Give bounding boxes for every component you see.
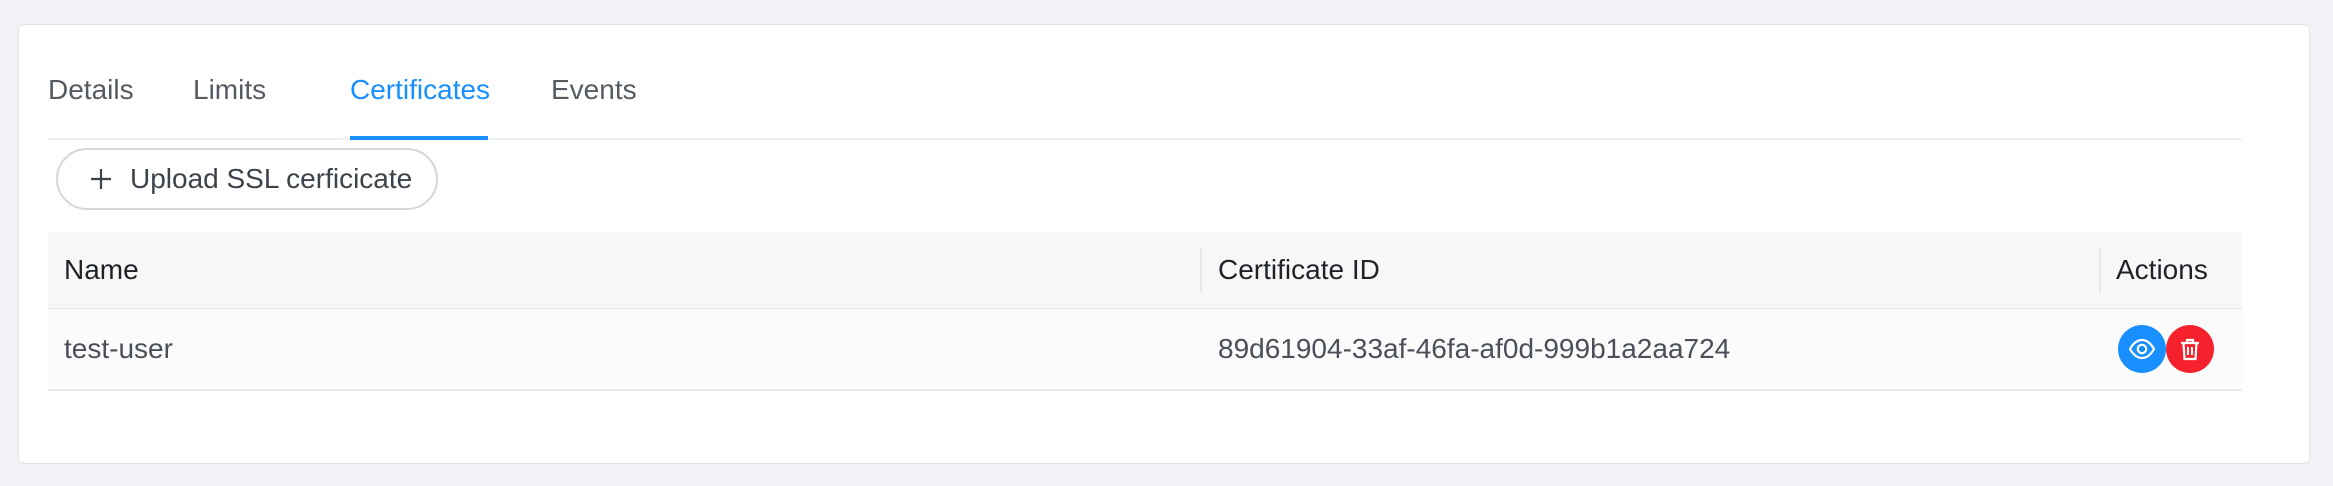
- column-header-certificate-id[interactable]: Certificate ID: [1218, 232, 1380, 308]
- upload-ssl-certificate-button[interactable]: Upload SSL cerficicate: [56, 148, 438, 210]
- delete-certificate-button[interactable]: [2166, 325, 2214, 373]
- cell-certificate-id: 89d61904-33af-46fa-af0d-999b1a2aa724: [1218, 333, 1731, 364]
- column-header-name[interactable]: Name: [64, 232, 139, 308]
- certificates-table: Name Certificate ID Actions test-user 89…: [48, 232, 2242, 391]
- view-certificate-button[interactable]: [2118, 325, 2166, 373]
- table-header: Name Certificate ID Actions: [48, 232, 2242, 309]
- trash-icon: [2177, 336, 2203, 362]
- cell-name: test-user: [64, 333, 173, 364]
- tab-certificates[interactable]: Certificates: [350, 74, 490, 106]
- table-row: test-user 89d61904-33af-46fa-af0d-999b1a…: [48, 309, 2242, 391]
- plus-icon: [88, 166, 114, 192]
- column-header-actions: Actions: [2116, 254, 2208, 285]
- column-divider[interactable]: [2099, 248, 2101, 292]
- column-divider[interactable]: [1200, 248, 1202, 292]
- tab-bar: Details Limits Certificates Events: [48, 50, 2242, 140]
- tab-details[interactable]: Details: [48, 74, 134, 106]
- tab-limits[interactable]: Limits: [193, 74, 266, 106]
- tab-events[interactable]: Events: [551, 74, 637, 106]
- eye-icon: [2128, 335, 2156, 363]
- upload-button-label: Upload SSL cerficicate: [130, 163, 413, 194]
- active-tab-indicator: [350, 136, 488, 140]
